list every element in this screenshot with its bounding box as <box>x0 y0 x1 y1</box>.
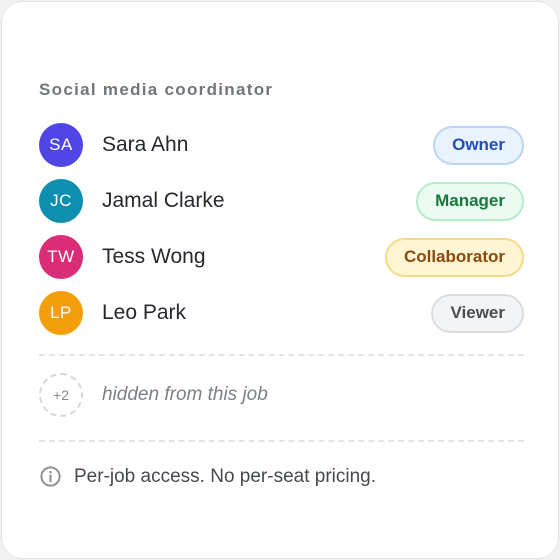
hidden-count-avatar: +2 <box>39 373 83 417</box>
member-name: Jamal Clarke <box>102 189 225 212</box>
info-icon <box>40 466 61 487</box>
hidden-members-row: +2 hidden from this job <box>39 373 268 417</box>
member-row-leo-park[interactable]: LP Leo Park Viewer <box>39 291 524 335</box>
member-row-jamal-clarke[interactable]: JC Jamal Clarke Manager <box>39 179 524 223</box>
member-name: Tess Wong <box>102 245 206 268</box>
role-badge-viewer[interactable]: Viewer <box>431 293 524 333</box>
team-access-card: Social media coordinator SA Sara Ahn Own… <box>1 1 559 559</box>
role-badge-owner[interactable]: Owner <box>433 125 524 165</box>
avatar: TW <box>39 235 83 279</box>
member-row-sara-ahn[interactable]: SA Sara Ahn Owner <box>39 123 524 167</box>
role-badge-manager[interactable]: Manager <box>416 181 524 221</box>
hidden-members-label: hidden from this job <box>102 384 268 405</box>
divider <box>39 354 524 356</box>
role-badge-collaborator[interactable]: Collaborator <box>384 237 524 277</box>
section-title: Social media coordinator <box>39 80 274 99</box>
member-row-tess-wong[interactable]: TW Tess Wong Collaborator <box>39 235 524 279</box>
divider <box>39 440 524 442</box>
pricing-note-text: Per-job access. No per-seat pricing. <box>74 465 377 487</box>
member-name: Sara Ahn <box>102 133 189 156</box>
member-name: Leo Park <box>102 301 187 324</box>
avatar: SA <box>39 123 83 167</box>
avatar: JC <box>39 179 83 223</box>
pricing-note: Per-job access. No per-seat pricing. <box>39 465 376 488</box>
avatar: LP <box>39 291 83 335</box>
